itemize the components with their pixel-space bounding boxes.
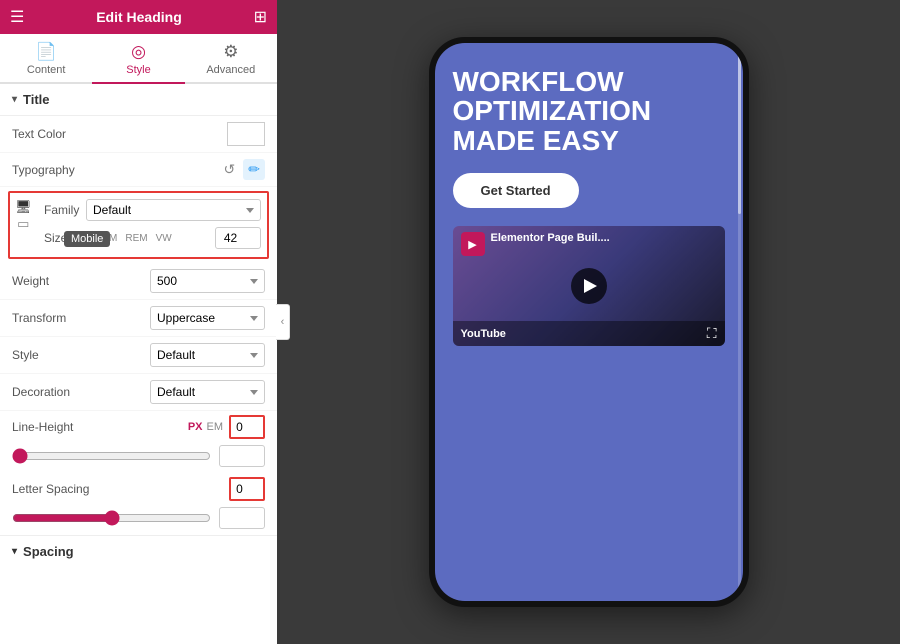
phone-scrollbar: [738, 53, 741, 591]
style-label: Style: [12, 348, 150, 362]
advanced-tab-icon: ⚙: [223, 42, 238, 62]
section-title-label: Title: [23, 92, 50, 107]
youtube-logo: YouTube: [461, 328, 506, 340]
headline-line2: OPTIMIZATION: [453, 96, 725, 125]
typography-row: Typography ↺ ✏: [0, 153, 277, 187]
tablet-icon[interactable]: ▭: [16, 216, 30, 231]
typography-label: Typography: [12, 163, 222, 177]
left-panel: ☰ Edit Heading ⊞ 📄 Content ◎ Style ⚙ Adv…: [0, 0, 277, 644]
weight-label: Weight: [12, 274, 150, 288]
letter-spacing-slider-value[interactable]: [219, 507, 265, 529]
right-area: ‹ WORKFLOW OPTIMIZATION MADE EASY Get St…: [277, 0, 900, 644]
decoration-select[interactable]: Default NoneUnderlineOverlineLine-throug…: [150, 380, 265, 404]
tab-advanced-label: Advanced: [206, 64, 255, 76]
typography-refresh-btn[interactable]: ↺: [222, 159, 238, 180]
panel-content: ▾ Title Text Color Typography ↺ ✏ 🖥 ▭: [0, 84, 277, 644]
grid-icon[interactable]: ⊞: [254, 7, 267, 27]
phone-headline: WORKFLOW OPTIMIZATION MADE EASY: [453, 67, 725, 155]
transform-control: Uppercase NoneLowercaseCapitalize: [150, 306, 265, 330]
transform-select[interactable]: Uppercase NoneLowercaseCapitalize: [150, 306, 265, 330]
video-bottom-bar: YouTube ⛶: [453, 321, 725, 346]
line-height-slider-value[interactable]: [219, 445, 265, 467]
font-family-select[interactable]: Default: [86, 199, 261, 221]
play-button[interactable]: [571, 268, 607, 304]
hamburger-icon[interactable]: ☰: [10, 7, 24, 27]
spacing-arrow-icon: ▾: [12, 546, 17, 557]
weight-control: 500 100200300400 600700800900: [150, 269, 265, 293]
unit-rem-btn[interactable]: REM: [122, 232, 150, 245]
phone-frame: WORKFLOW OPTIMIZATION MADE EASY Get Star…: [429, 37, 749, 607]
phone-content: WORKFLOW OPTIMIZATION MADE EASY Get Star…: [435, 43, 743, 601]
headline-line1: WORKFLOW: [453, 67, 725, 96]
line-height-slider[interactable]: [12, 448, 211, 464]
phone-scrollbar-thumb: [738, 53, 741, 214]
style-row: Style Default NormalItalicOblique: [0, 337, 277, 374]
line-height-row: Line-Height PX EM: [0, 411, 277, 443]
video-play-icon-box: ▶: [461, 232, 485, 256]
mobile-tooltip: Mobile: [64, 231, 110, 247]
decoration-label: Decoration: [12, 385, 150, 399]
section-arrow-icon: ▾: [12, 94, 17, 105]
phone-cta-button[interactable]: Get Started: [453, 173, 579, 208]
text-color-label: Text Color: [12, 127, 227, 141]
phone-screen: WORKFLOW OPTIMIZATION MADE EASY Get Star…: [435, 43, 743, 601]
fullscreen-icon[interactable]: ⛶: [707, 325, 717, 342]
tab-content[interactable]: 📄 Content: [0, 34, 92, 84]
typography-controls: ↺ ✏: [222, 159, 265, 180]
headline-line3: MADE EASY: [453, 126, 725, 155]
decoration-control: Default NoneUnderlineOverlineLine-throug…: [150, 380, 265, 404]
decoration-row: Decoration Default NoneUnderlineOverline…: [0, 374, 277, 411]
desktop-icon[interactable]: 🖥: [14, 199, 33, 214]
tab-style[interactable]: ◎ Style: [92, 34, 184, 84]
tab-advanced[interactable]: ⚙ Advanced: [185, 34, 277, 84]
tab-content-label: Content: [27, 64, 66, 76]
spacing-label: Spacing: [23, 544, 74, 559]
lh-unit-px[interactable]: PX: [188, 421, 203, 433]
collapse-handle[interactable]: ‹: [276, 304, 290, 340]
panel-header: ☰ Edit Heading ⊞: [0, 0, 277, 34]
letter-spacing-slider[interactable]: [12, 510, 211, 526]
font-size-input[interactable]: [215, 227, 261, 249]
line-height-input[interactable]: [229, 415, 265, 439]
style-select[interactable]: Default NormalItalicOblique: [150, 343, 265, 367]
video-play-overlay[interactable]: [571, 268, 607, 304]
letter-spacing-input[interactable]: [229, 477, 265, 501]
tab-style-label: Style: [126, 64, 150, 76]
typography-highlighted-box: 🖥 ▭ Mobile Family Default Size PX EM REM: [8, 191, 269, 259]
style-tab-icon: ◎: [131, 42, 146, 62]
text-color-swatch[interactable]: [227, 122, 265, 146]
device-icons: 🖥 ▭: [14, 199, 33, 231]
lh-unit-em[interactable]: EM: [207, 421, 224, 433]
style-control: Default NormalItalicOblique: [150, 343, 265, 367]
letter-spacing-label: Letter Spacing: [12, 482, 229, 496]
weight-row: Weight 500 100200300400 600700800900: [0, 263, 277, 300]
panel-title: Edit Heading: [24, 9, 253, 25]
weight-select[interactable]: 500 100200300400 600700800900: [150, 269, 265, 293]
video-title-text: Elementor Page Buil....: [491, 232, 610, 245]
letter-spacing-slider-row: [0, 505, 277, 535]
letter-spacing-row: Letter Spacing: [0, 473, 277, 505]
video-thumbnail: ▶ Elementor Page Buil.... YouTube ⛶: [453, 226, 725, 346]
line-height-slider-row: [0, 443, 277, 473]
text-color-control: [227, 122, 265, 146]
play-triangle-icon: [584, 279, 597, 293]
transform-row: Transform Uppercase NoneLowercaseCapital…: [0, 300, 277, 337]
typography-pencil-btn[interactable]: ✏: [243, 159, 265, 180]
family-label: Family: [44, 203, 86, 217]
transform-label: Transform: [12, 311, 150, 325]
line-height-label: Line-Height: [12, 420, 188, 434]
spacing-section: ▾ Spacing: [0, 535, 277, 563]
line-height-units: PX EM: [188, 421, 223, 433]
section-title: ▾ Title: [0, 84, 277, 116]
content-tab-icon: 📄: [36, 42, 57, 62]
font-family-row: Family Default: [44, 199, 261, 221]
unit-vw-btn[interactable]: VW: [153, 232, 175, 245]
tabs-row: 📄 Content ◎ Style ⚙ Advanced: [0, 34, 277, 84]
text-color-row: Text Color: [0, 116, 277, 153]
